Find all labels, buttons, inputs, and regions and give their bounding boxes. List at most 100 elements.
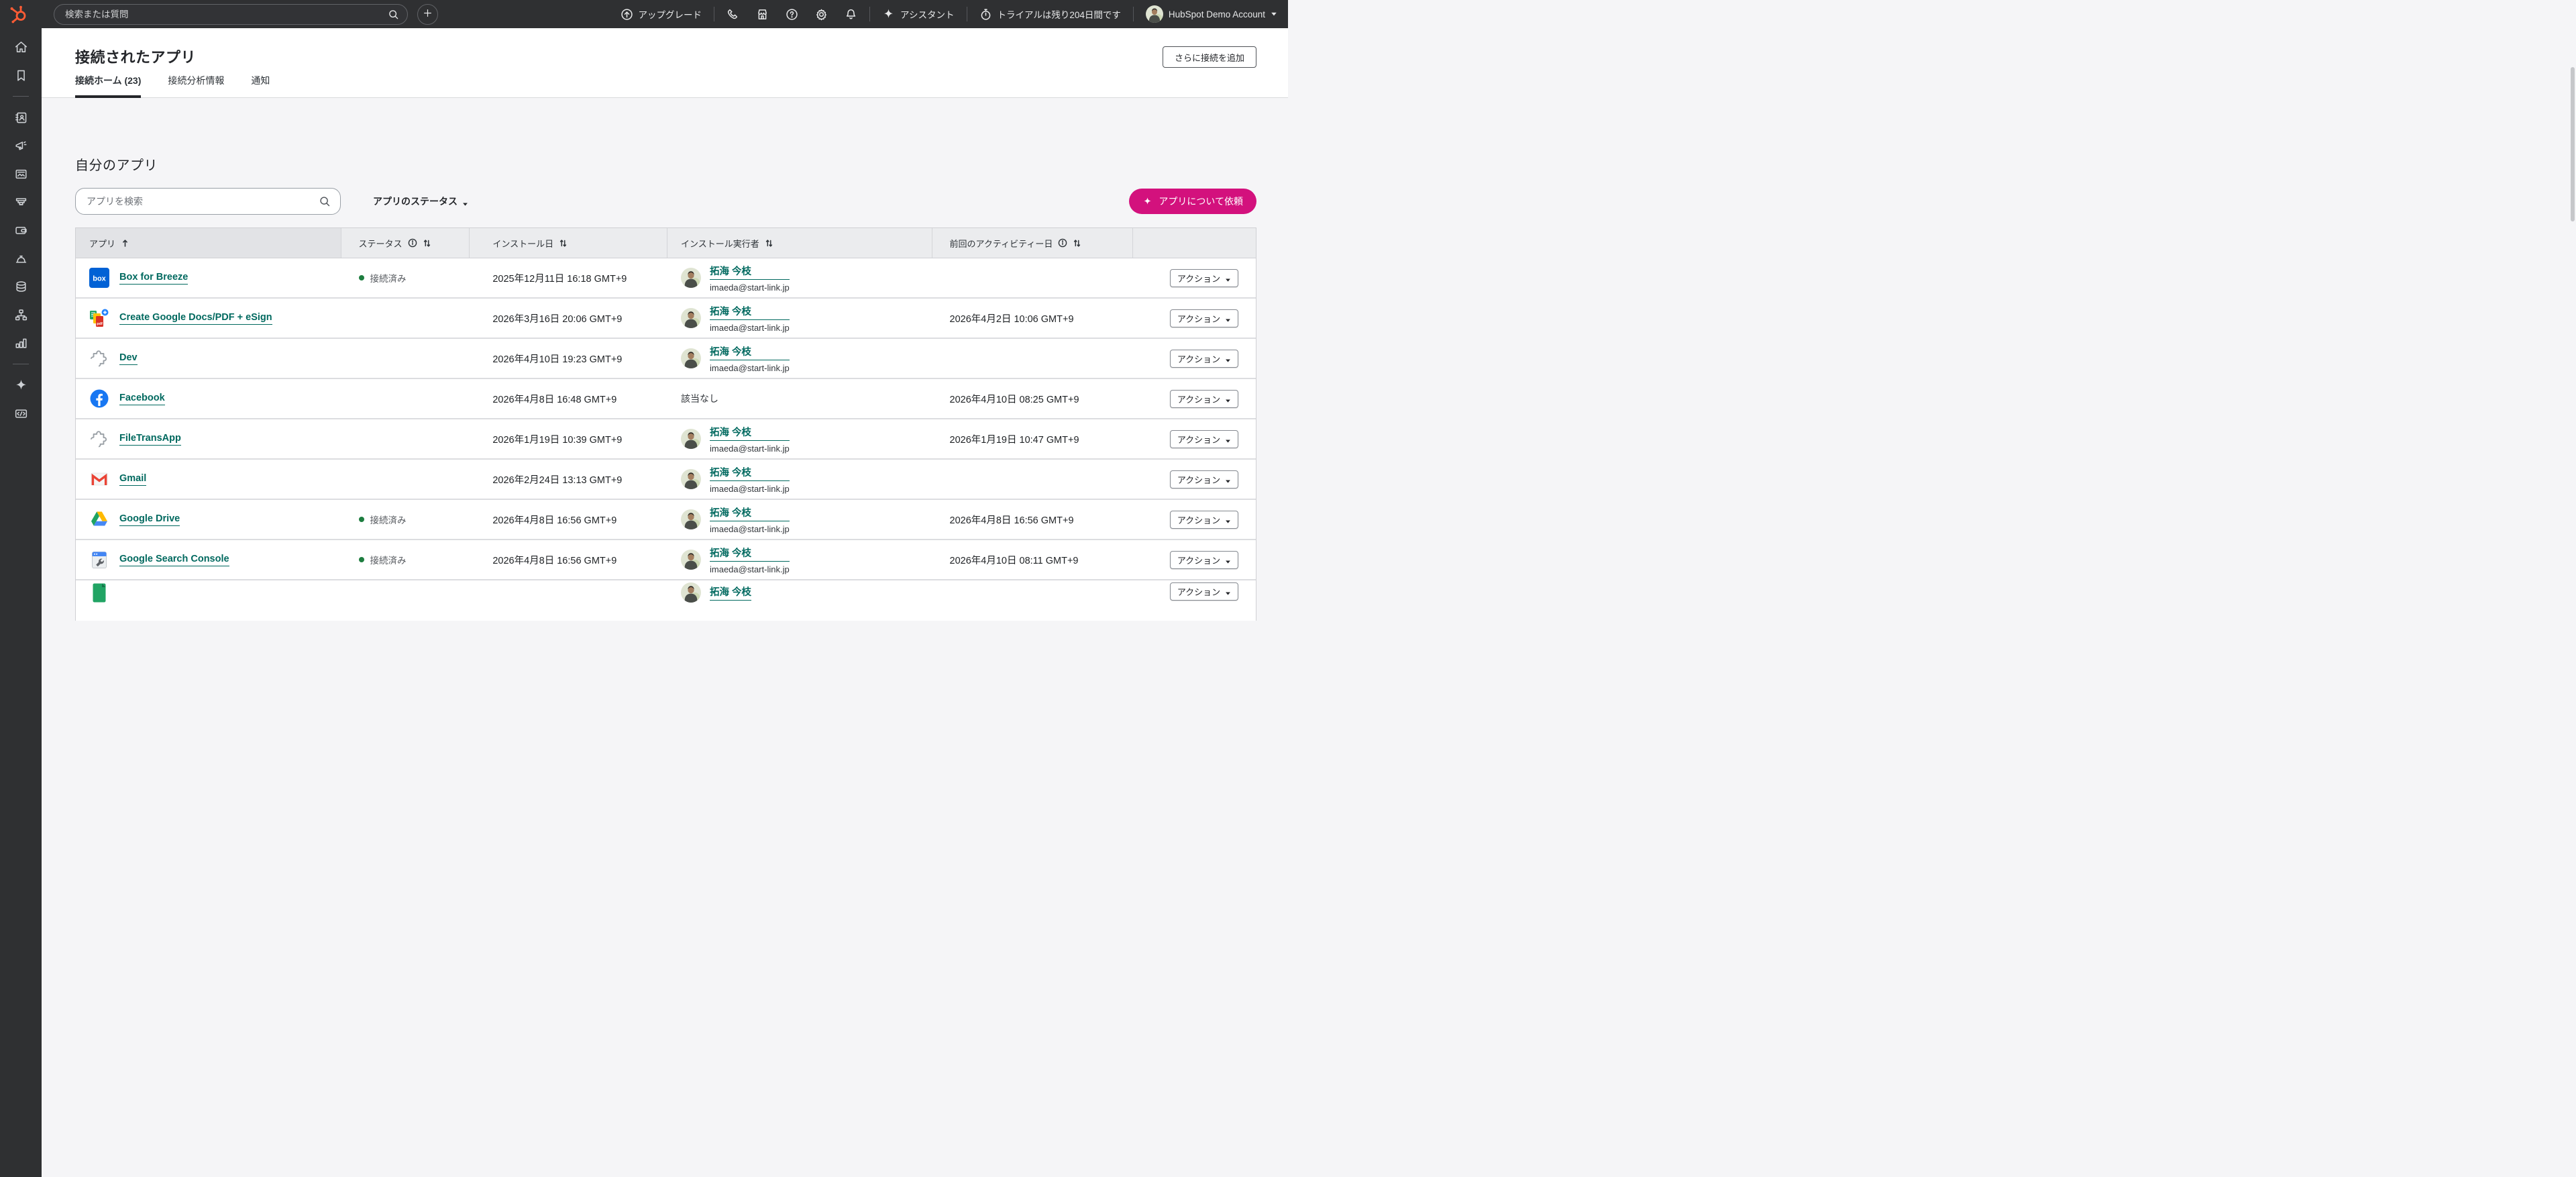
sidebar-item-automation[interactable] xyxy=(0,301,42,329)
installer-cell: 拓海 今枝 xyxy=(667,582,932,603)
sidebar-item-bookmark[interactable] xyxy=(0,61,42,89)
status-label: 接続済み xyxy=(370,553,407,566)
installer-name-link[interactable]: 拓海 今枝 xyxy=(710,264,790,280)
status-cell xyxy=(341,339,470,378)
app-name-link[interactable]: Google Search Console xyxy=(119,554,229,566)
column-header-status[interactable]: ステータス xyxy=(341,228,470,258)
app-status-filter[interactable]: アプリのステータス xyxy=(373,195,468,208)
row-actions-button[interactable]: アクション xyxy=(1170,430,1238,448)
notifications-icon[interactable] xyxy=(845,8,857,21)
installer-name-link[interactable]: 拓海 今枝 xyxy=(710,465,790,481)
help-icon[interactable] xyxy=(786,8,798,21)
tab-2[interactable]: 通知 xyxy=(251,74,270,98)
row-actions-button[interactable]: アクション xyxy=(1170,350,1238,368)
column-header-installer[interactable]: インストール実行者 xyxy=(667,228,932,258)
column-header-installed[interactable]: インストール日 xyxy=(470,228,667,258)
sort-icon[interactable] xyxy=(765,239,773,248)
app-name-link[interactable]: Dev xyxy=(119,352,138,365)
installer-name-link[interactable]: 拓海 今枝 xyxy=(710,546,790,562)
app-search-input[interactable] xyxy=(87,196,319,207)
actions-cell: アクション xyxy=(1133,339,1256,378)
row-actions-button[interactable]: アクション xyxy=(1170,309,1238,327)
request-app-button[interactable]: アプリについて依頼 xyxy=(1129,189,1256,214)
request-app-label: アプリについて依頼 xyxy=(1159,195,1243,208)
app-name-link[interactable]: Box for Breeze xyxy=(119,272,188,285)
sidebar-item-ai-assistant[interactable] xyxy=(0,371,42,399)
row-actions-button[interactable]: アクション xyxy=(1170,551,1238,569)
connected-dot-icon xyxy=(359,275,364,280)
settings-icon[interactable] xyxy=(815,8,828,21)
installer-name-link[interactable]: 拓海 今枝 xyxy=(710,304,790,320)
marketplace-icon[interactable] xyxy=(756,8,769,21)
sidebar-item-contacts[interactable] xyxy=(0,103,42,132)
column-header-last-activity[interactable]: 前回のアクティビティー日 xyxy=(932,228,1134,258)
assistant-button[interactable]: アシスタント xyxy=(882,7,954,21)
global-search[interactable] xyxy=(54,4,408,25)
row-actions-button[interactable]: アクション xyxy=(1170,511,1238,529)
create-button[interactable] xyxy=(417,4,438,25)
sort-icon[interactable] xyxy=(559,239,568,248)
row-actions-button[interactable]: アクション xyxy=(1170,269,1238,287)
connected-dot-icon xyxy=(359,517,364,522)
status-label: 接続済み xyxy=(370,271,407,285)
app-name-link[interactable]: FileTransApp xyxy=(119,433,181,446)
global-search-input[interactable] xyxy=(65,9,388,19)
side-nav xyxy=(0,28,42,1177)
row-actions-button[interactable]: アクション xyxy=(1170,470,1238,489)
row-actions-button[interactable]: アクション xyxy=(1170,390,1238,408)
info-icon[interactable] xyxy=(1058,238,1067,248)
column-header-app[interactable]: アプリ xyxy=(76,228,341,258)
installed-date: 2026年1月19日 10:39 GMT+9 xyxy=(492,432,622,446)
upgrade-button[interactable]: アップグレード xyxy=(621,7,702,21)
search-icon[interactable] xyxy=(388,9,399,20)
sidebar-item-developer[interactable] xyxy=(0,399,42,427)
installer-cell: 拓海 今枝imaeda@start-link.jp xyxy=(667,299,932,338)
app-name-link[interactable]: Create Google Docs/PDF + eSign xyxy=(119,312,272,325)
installed-date: 2026年2月24日 13:13 GMT+9 xyxy=(492,472,622,487)
actions-cell: アクション xyxy=(1133,582,1256,601)
installed-date: 2025年12月11日 16:18 GMT+9 xyxy=(492,271,627,285)
phone-icon[interactable] xyxy=(727,8,739,21)
sidebar-item-home[interactable] xyxy=(0,33,42,61)
installer-name-link[interactable]: 拓海 今枝 xyxy=(710,425,790,441)
sort-icon[interactable] xyxy=(423,239,431,248)
search-icon[interactable] xyxy=(319,195,331,207)
row-actions-button[interactable]: アクション xyxy=(1170,582,1238,601)
sort-asc-icon[interactable] xyxy=(121,239,129,248)
info-icon[interactable] xyxy=(408,238,417,248)
chevron-down-icon xyxy=(1225,275,1231,281)
installer-email: imaeda@start-link.jp xyxy=(710,524,790,534)
sidebar-item-sales-funnel[interactable] xyxy=(0,188,42,216)
sidebar-item-service[interactable] xyxy=(0,244,42,272)
actions-cell: アクション xyxy=(1133,500,1256,539)
scrollbar-thumb[interactable] xyxy=(2571,67,2575,221)
sort-icon[interactable] xyxy=(1073,239,1081,248)
installer-avatar xyxy=(681,268,701,288)
gdocs-app-icon: pdf xyxy=(89,308,109,328)
trial-status[interactable]: トライアルは残り204日間です xyxy=(979,7,1121,21)
app-name-link[interactable]: Gmail xyxy=(119,473,146,486)
sidebar-item-marketing[interactable] xyxy=(0,132,42,160)
installer-email: imaeda@start-link.jp xyxy=(710,444,790,454)
app-name-link[interactable]: Google Drive xyxy=(119,513,180,526)
puzzle-app-icon xyxy=(89,348,109,368)
tab-0[interactable]: 接続ホーム (23) xyxy=(75,74,141,98)
apps-toolbar: アプリのステータス アプリについて依頼 xyxy=(75,188,1256,215)
table-row: Dev2026年4月10日 19:23 GMT+9拓海 今枝imaeda@sta… xyxy=(76,339,1256,379)
sidebar-item-commerce[interactable] xyxy=(0,216,42,244)
installer-name-link[interactable]: 拓海 今枝 xyxy=(710,344,790,360)
tab-1[interactable]: 接続分析情報 xyxy=(168,74,224,98)
sidebar-item-data[interactable] xyxy=(0,272,42,301)
installer-name-link[interactable]: 拓海 今枝 xyxy=(710,505,790,521)
installed-date: 2026年4月8日 16:48 GMT+9 xyxy=(492,392,616,406)
toolbar-icons xyxy=(727,8,857,21)
account-menu[interactable]: HubSpot Demo Account xyxy=(1146,5,1277,23)
add-connection-button[interactable]: さらに接続を追加 xyxy=(1163,46,1256,68)
sidebar-item-content[interactable] xyxy=(0,160,42,188)
sidebar-item-reporting[interactable] xyxy=(0,329,42,357)
app-search[interactable] xyxy=(75,188,341,215)
hubspot-logo-icon[interactable] xyxy=(8,4,28,24)
tab-bar: 接続ホーム (23) 接続分析情報 通知 xyxy=(75,74,270,98)
app-name-link[interactable]: Facebook xyxy=(119,393,165,405)
installer-name-link[interactable]: 拓海 今枝 xyxy=(710,584,751,601)
